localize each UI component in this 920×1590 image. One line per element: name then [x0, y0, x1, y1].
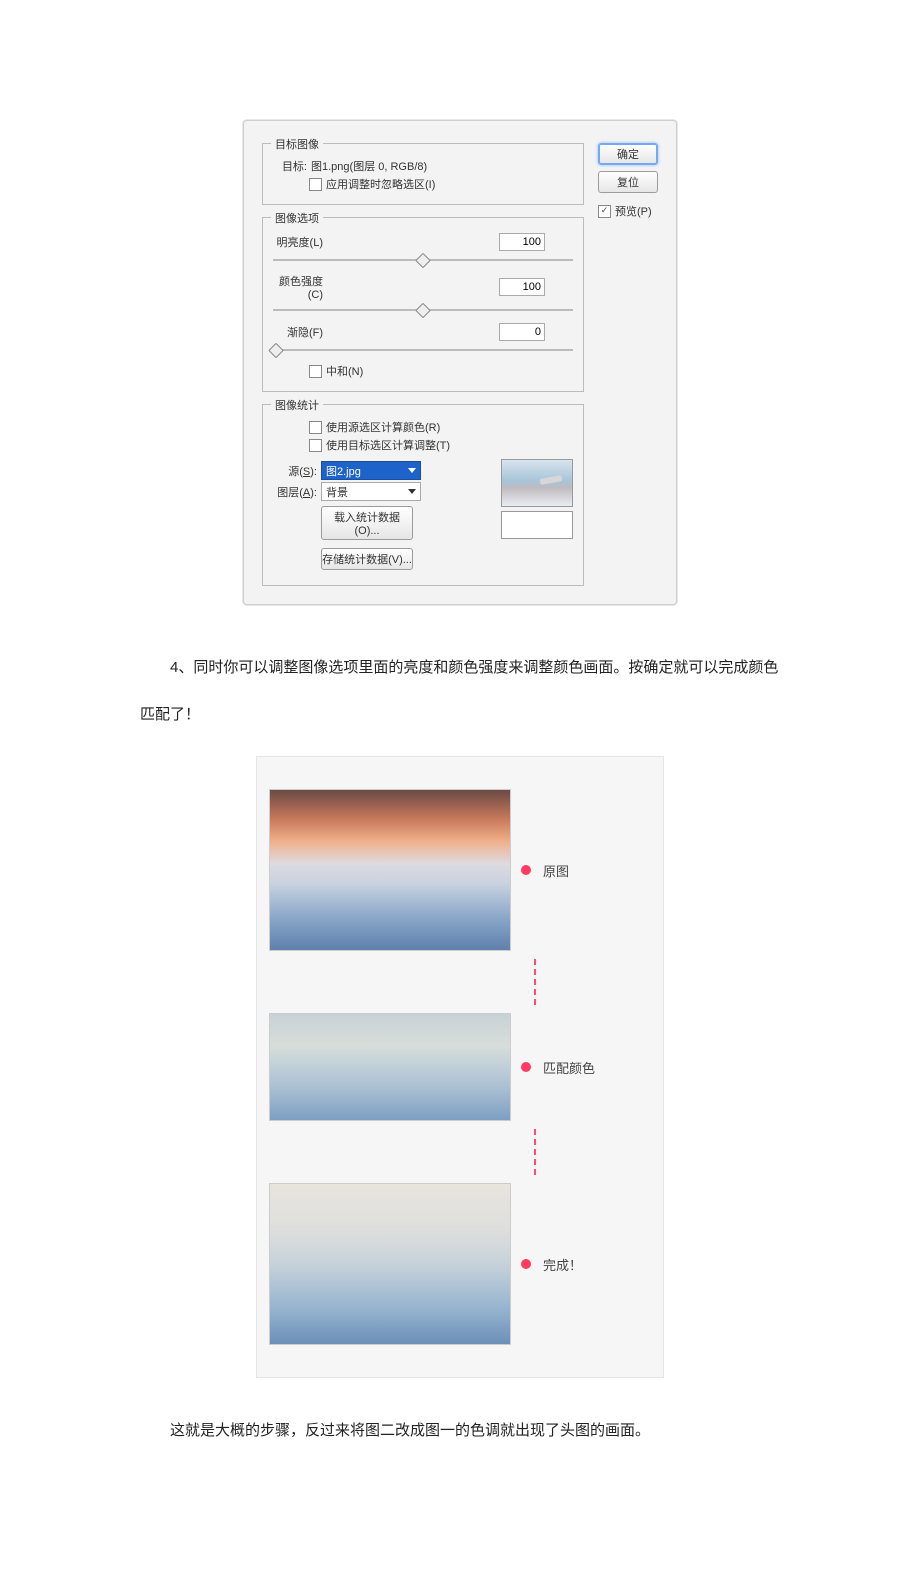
- fade-slider[interactable]: [273, 345, 573, 355]
- luminance-slider[interactable]: [273, 255, 573, 265]
- use-src-sel-checkbox[interactable]: [309, 421, 322, 434]
- group-target: 目标图像 目标: 图1.png(图层 0, RGB/8) 应用调整时忽略选区(I…: [262, 143, 584, 205]
- result-figure: 原图 匹配颜色 完成！: [256, 756, 664, 1378]
- result-label-3: 完成！: [543, 1255, 582, 1274]
- source-preview-image: [501, 459, 573, 507]
- result-label-2: 匹配颜色: [543, 1058, 595, 1077]
- intensity-label: 颜色强度(C): [273, 273, 327, 301]
- intensity-slider[interactable]: [273, 305, 573, 315]
- intensity-input[interactable]: [499, 278, 545, 296]
- target-label: 目标:: [273, 158, 311, 174]
- luminance-label: 明亮度(L): [273, 234, 327, 250]
- target-value: 图1.png(图层 0, RGB/8): [311, 158, 427, 174]
- luminance-input[interactable]: [499, 233, 545, 251]
- fade-input[interactable]: [499, 323, 545, 341]
- body-paragraph-1: 4、同时你可以调整图像选项里面的亮度和颜色强度来调整颜色画面。按确定就可以完成颜…: [0, 645, 920, 738]
- chevron-down-icon: [408, 468, 416, 473]
- neutralize-checkbox[interactable]: [309, 365, 322, 378]
- ignore-selection-checkbox[interactable]: [309, 178, 322, 191]
- group-target-title: 目标图像: [271, 136, 323, 152]
- fade-label: 渐隐(F): [273, 324, 327, 340]
- timeline-dot-icon: [521, 1062, 531, 1072]
- preview-checkbox[interactable]: [598, 205, 611, 218]
- save-stats-button[interactable]: 存储统计数据(V)...: [321, 548, 413, 570]
- layer-label: 图层(A):: [273, 484, 321, 500]
- group-stats: 图像统计 使用源选区计算颜色(R) 使用目标选区计算调整(T) 源(S):: [262, 404, 584, 586]
- use-tgt-sel-label: 使用目标选区计算调整(T): [326, 437, 450, 453]
- ok-button[interactable]: 确定: [598, 143, 658, 165]
- ignore-selection-label: 应用调整时忽略选区(I): [326, 176, 435, 192]
- timeline-line-icon: [534, 1129, 538, 1175]
- source-select[interactable]: 图2.jpg: [321, 461, 421, 480]
- use-tgt-sel-checkbox[interactable]: [309, 439, 322, 452]
- chevron-down-icon: [408, 489, 416, 494]
- source-label: 源(S):: [273, 463, 321, 479]
- timeline-dot-icon: [521, 1259, 531, 1269]
- timeline-line-icon: [534, 959, 538, 1005]
- body-paragraph-2: 这就是大概的步骤，反过来将图二改成图一的色调就出现了头图的画面。: [0, 1408, 920, 1455]
- reset-button[interactable]: 复位: [598, 171, 658, 193]
- use-src-sel-label: 使用源选区计算颜色(R): [326, 419, 440, 435]
- layer-value: 背景: [326, 484, 348, 500]
- result-label-1: 原图: [543, 861, 569, 880]
- result-image-done: [269, 1183, 511, 1345]
- source-preview-blank: [501, 511, 573, 539]
- group-stats-title: 图像统计: [271, 397, 323, 413]
- result-image-original: [269, 789, 511, 951]
- preview-label: 预览(P): [615, 203, 652, 219]
- match-color-dialog: 目标图像 目标: 图1.png(图层 0, RGB/8) 应用调整时忽略选区(I…: [243, 120, 677, 605]
- layer-select[interactable]: 背景: [321, 482, 421, 501]
- neutralize-label: 中和(N): [326, 363, 363, 379]
- result-image-matched: [269, 1013, 511, 1121]
- group-options: 图像选项 明亮度(L) 颜色强度(C): [262, 217, 584, 392]
- load-stats-button[interactable]: 载入统计数据(O)...: [321, 506, 413, 540]
- group-options-title: 图像选项: [271, 210, 323, 226]
- timeline-dot-icon: [521, 865, 531, 875]
- source-value: 图2.jpg: [326, 463, 361, 479]
